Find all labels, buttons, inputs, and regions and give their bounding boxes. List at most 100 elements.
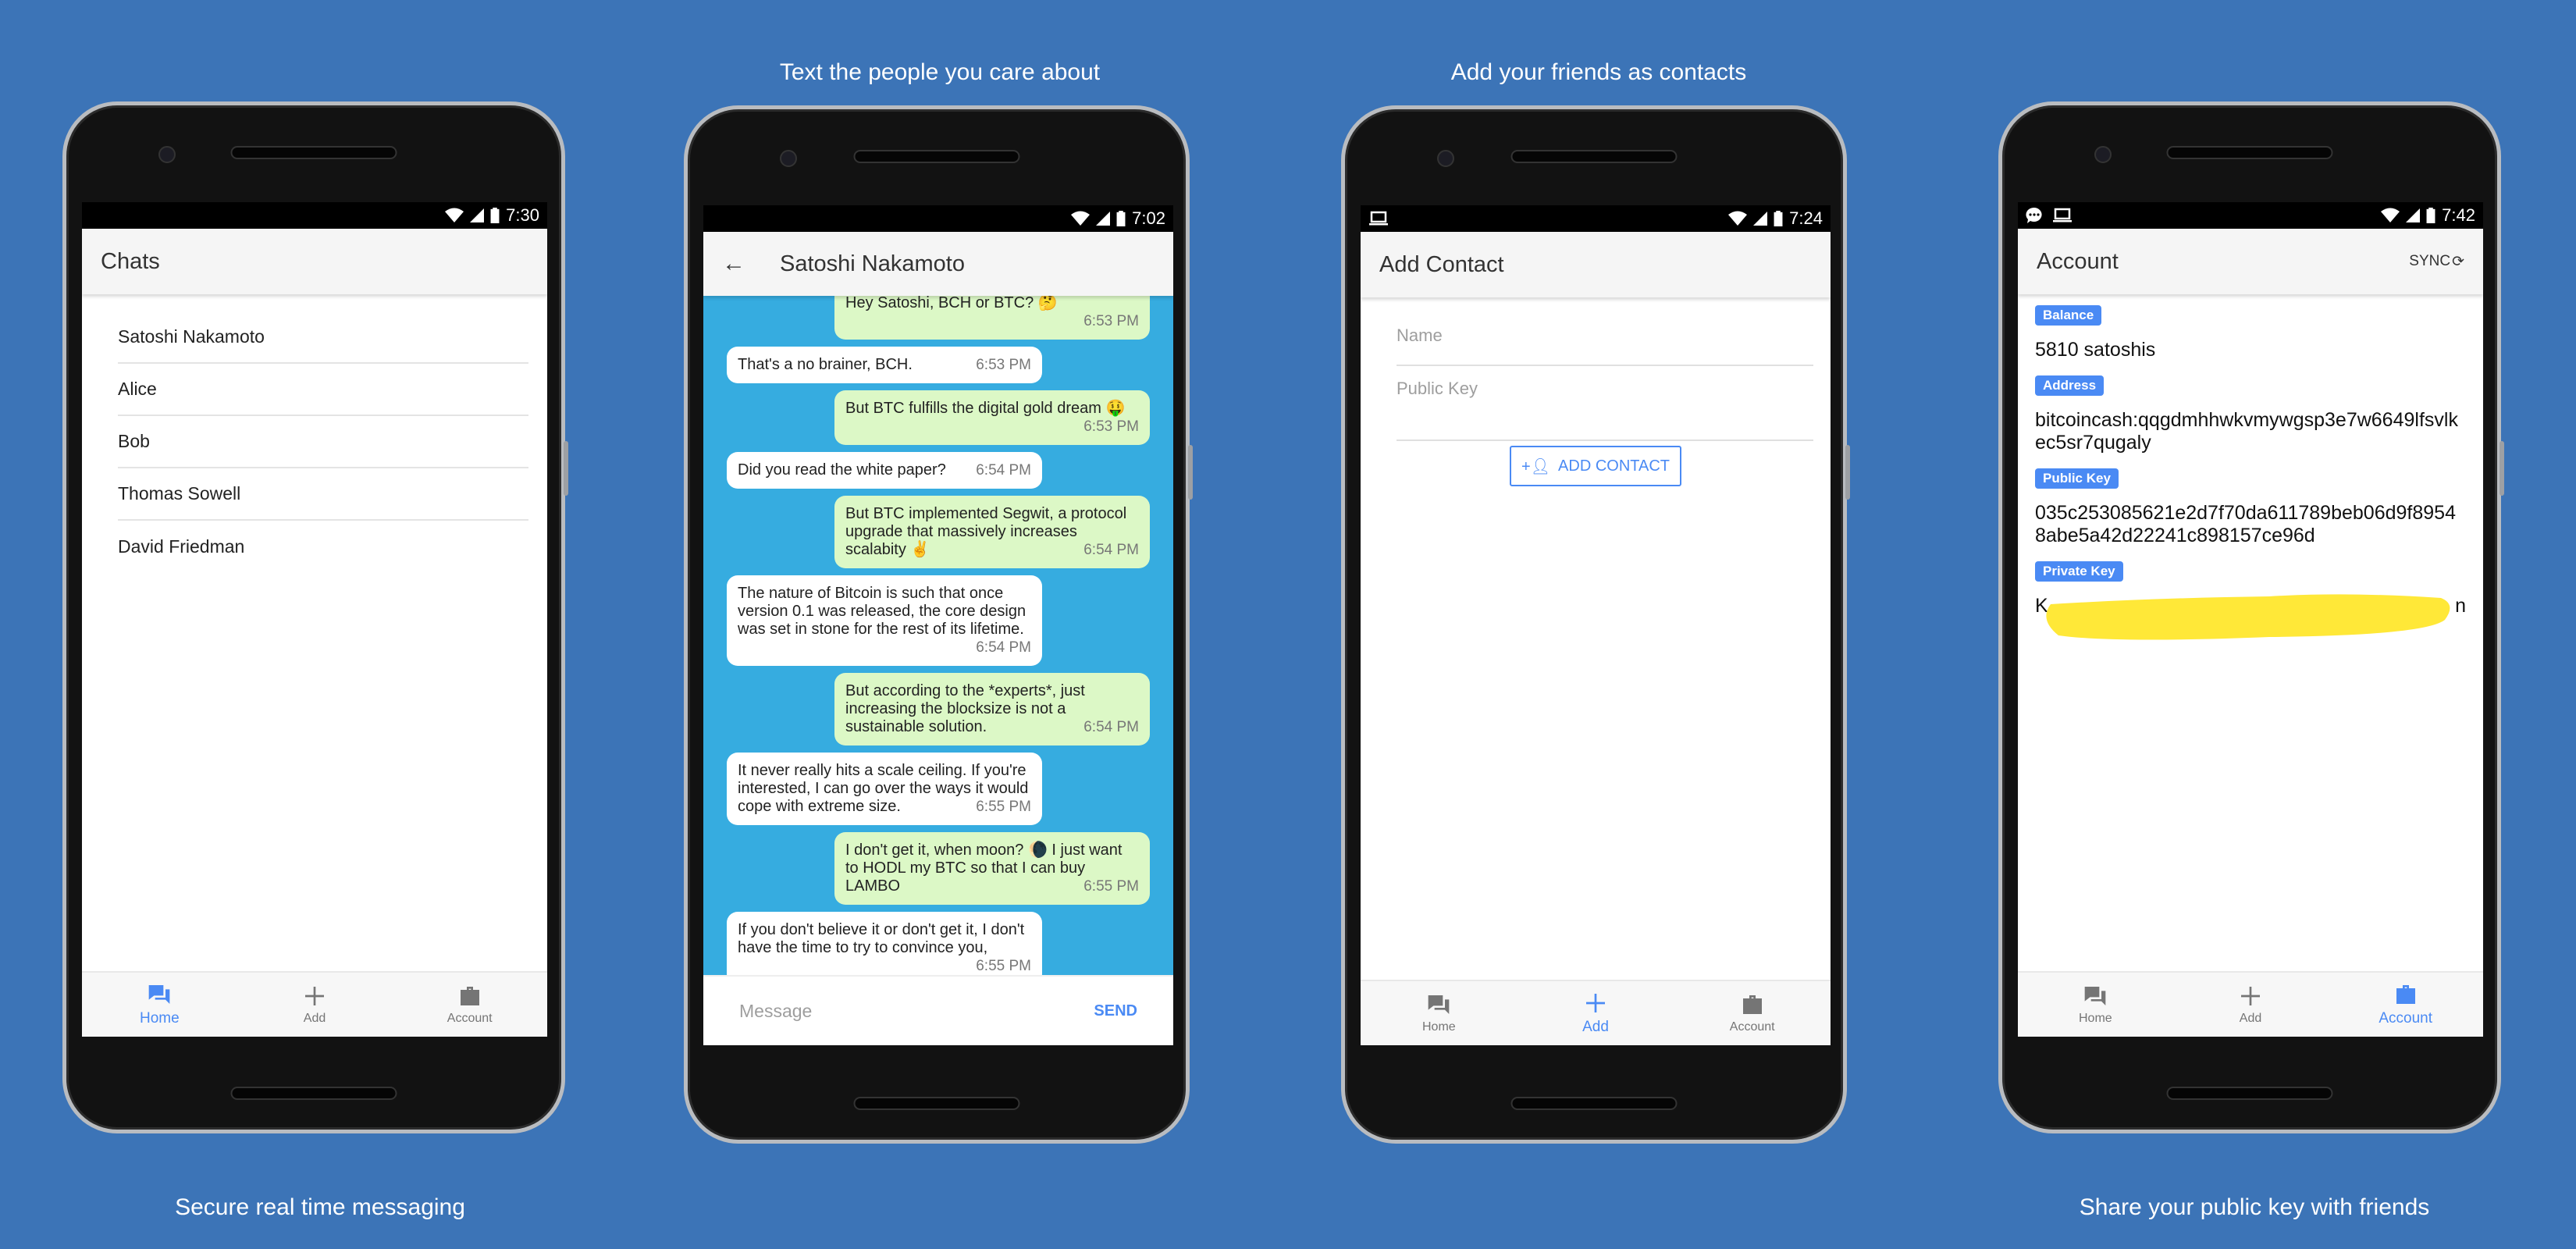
- chat-list: Satoshi Nakamoto Alice Bob Thomas Sowell…: [82, 294, 547, 971]
- chat-bubbles-icon: [1426, 992, 1451, 1017]
- chat-list-item[interactable]: Bob: [118, 416, 528, 468]
- received-message: That's a no brainer, BCH. 6:53 PM: [727, 347, 1042, 383]
- back-arrow-icon[interactable]: ←: [722, 251, 745, 277]
- page-title: Account: [2037, 248, 2119, 274]
- wifi-icon: [2381, 208, 2400, 223]
- nav-account[interactable]: Account: [2328, 973, 2483, 1037]
- sent-message: But BTC implemented Segwit, a protocol u…: [834, 496, 1150, 568]
- message-thread[interactable]: Hey Satoshi, BCH or BTC? 🤔 6:53 PM That's …: [703, 296, 1173, 975]
- screen-chat: 7:02 ← Satoshi Nakamoto Hey Satoshi, BCH…: [703, 205, 1173, 1045]
- status-bar: 7:42: [2018, 202, 2483, 229]
- laptop-icon: [2052, 208, 2073, 223]
- sync-label: SYNC: [2409, 253, 2451, 269]
- bottom-speaker: [853, 1097, 1020, 1110]
- signal-icon: [1096, 212, 1110, 226]
- screen-account: 7:42 Account SYNC ⟳ Balance 5810 satoshis…: [2018, 202, 2483, 1037]
- page-title: Chats: [101, 248, 160, 274]
- sent-message: Hey Satoshi, BCH or BTC? 🤔 6:53 PM: [834, 296, 1150, 340]
- address-badge: Address: [2035, 375, 2105, 396]
- front-camera: [1437, 150, 1454, 167]
- nav-label: Add: [1582, 1019, 1609, 1035]
- side-button: [1845, 445, 1850, 500]
- status-bar: 7:24: [1361, 205, 1831, 232]
- wifi-icon: [445, 208, 464, 223]
- battery-icon: [2426, 208, 2435, 223]
- briefcase-icon: [1740, 992, 1765, 1017]
- message-text: Hey Satoshi, BCH or BTC? 🤔: [845, 296, 1058, 311]
- laptop-icon: [1368, 211, 1389, 226]
- name-input[interactable]: Name: [1397, 326, 1813, 366]
- balance-value: 5810 satoshis: [2035, 339, 2156, 361]
- nav-label: Add: [303, 1012, 326, 1025]
- front-camera: [2094, 146, 2112, 163]
- status-time: 7:24: [1789, 208, 1823, 228]
- message-time: 6:53 PM: [1083, 418, 1139, 435]
- message-text: I don't get it, when moon? 🌘 I just want…: [845, 842, 1123, 895]
- chat-list-item[interactable]: Satoshi Nakamoto: [118, 311, 528, 364]
- nav-label: Account: [1729, 1020, 1775, 1034]
- message-notification-icon: [2026, 207, 2043, 224]
- redaction-scribble: [2046, 594, 2450, 640]
- private-key-badge: Private Key: [2035, 561, 2123, 582]
- message-time: 6:54 PM: [976, 639, 1031, 656]
- screen-add-contact: 7:24 Add Contact Name Public Key +👤︎ ADD…: [1361, 205, 1831, 1045]
- chat-bubbles-icon: [2083, 984, 2108, 1009]
- message-text: If you don't believe it or don't get it,…: [738, 921, 1025, 956]
- nav-add[interactable]: Add: [2173, 973, 2329, 1037]
- battery-icon: [490, 208, 500, 223]
- bottom-speaker: [2166, 1087, 2333, 1100]
- briefcase-icon: [2393, 982, 2418, 1007]
- status-time: 7:30: [506, 205, 539, 225]
- nav-add[interactable]: Add: [237, 973, 393, 1037]
- plus-icon: [302, 984, 327, 1009]
- nav-add[interactable]: Add: [1517, 981, 1674, 1045]
- signal-icon: [2406, 208, 2420, 222]
- nav-account[interactable]: Account: [1674, 981, 1831, 1045]
- status-bar: 7:30: [82, 202, 547, 229]
- nav-home[interactable]: Home: [82, 973, 237, 1037]
- app-bar: ← Satoshi Nakamoto: [703, 232, 1173, 296]
- app-bar: Add Contact: [1361, 232, 1831, 297]
- message-time: 6:55 PM: [976, 958, 1031, 974]
- private-key-value: K n: [2035, 594, 2466, 642]
- nav-label: Home: [2078, 1012, 2112, 1025]
- status-bar: 7:02: [703, 205, 1173, 232]
- nav-account[interactable]: Account: [392, 973, 547, 1037]
- chat-list-item[interactable]: Thomas Sowell: [118, 468, 528, 521]
- signal-icon: [1753, 212, 1767, 226]
- bottom-nav: Home Add Account: [2018, 971, 2483, 1037]
- caption-home: Secure real time messaging: [175, 1194, 465, 1220]
- add-contact-button[interactable]: +👤︎ ADD CONTACT: [1510, 446, 1681, 486]
- public-key-placeholder: Public Key: [1397, 379, 1478, 398]
- phone-chat: 7:02 ← Satoshi Nakamoto Hey Satoshi, BCH…: [684, 105, 1193, 1144]
- sync-button[interactable]: SYNC ⟳: [2409, 253, 2464, 271]
- sent-message: But BTC fulfills the digital gold dream …: [834, 390, 1150, 445]
- message-input[interactable]: Message: [739, 1001, 1094, 1022]
- phone-home: 7:30 Chats Satoshi Nakamoto Alice Bob Th…: [62, 101, 568, 1133]
- nav-label: Account: [447, 1012, 493, 1025]
- message-text: But according to the *experts*, just inc…: [845, 682, 1085, 735]
- sent-message: I don't get it, when moon? 🌘 I just want…: [834, 832, 1150, 905]
- message-text: That's a no brainer, BCH.: [738, 356, 913, 373]
- side-button: [2500, 441, 2504, 496]
- plus-icon: [1583, 991, 1608, 1016]
- sync-icon: ⟳: [2452, 253, 2464, 270]
- message-time: 6:53 PM: [1083, 313, 1139, 329]
- caption-chat: Text the people you care about: [779, 59, 1101, 85]
- account-details: Balance 5810 satoshis Address bitcoincas…: [2018, 294, 2483, 971]
- nav-home[interactable]: Home: [2018, 973, 2173, 1037]
- battery-icon: [1774, 211, 1783, 226]
- message-time: 6:55 PM: [976, 799, 1031, 815]
- public-key-value[interactable]: 035c253085621e2d7f70da611789beb06d9f8954…: [2035, 502, 2466, 547]
- chat-list-item[interactable]: David Friedman: [118, 521, 528, 573]
- page-title: Satoshi Nakamoto: [780, 251, 965, 276]
- address-value[interactable]: bitcoincash:qqgdmhhwkvmywgsp3e7w6649lfsv…: [2035, 409, 2466, 454]
- chat-list-item[interactable]: Alice: [118, 364, 528, 416]
- send-button[interactable]: SEND: [1094, 1002, 1137, 1020]
- message-time: 6:53 PM: [976, 357, 1031, 373]
- balance-badge: Balance: [2035, 305, 2102, 326]
- public-key-input[interactable]: Public Key: [1397, 366, 1813, 441]
- top-speaker: [2166, 146, 2333, 159]
- nav-home[interactable]: Home: [1361, 981, 1517, 1045]
- top-speaker: [853, 150, 1020, 163]
